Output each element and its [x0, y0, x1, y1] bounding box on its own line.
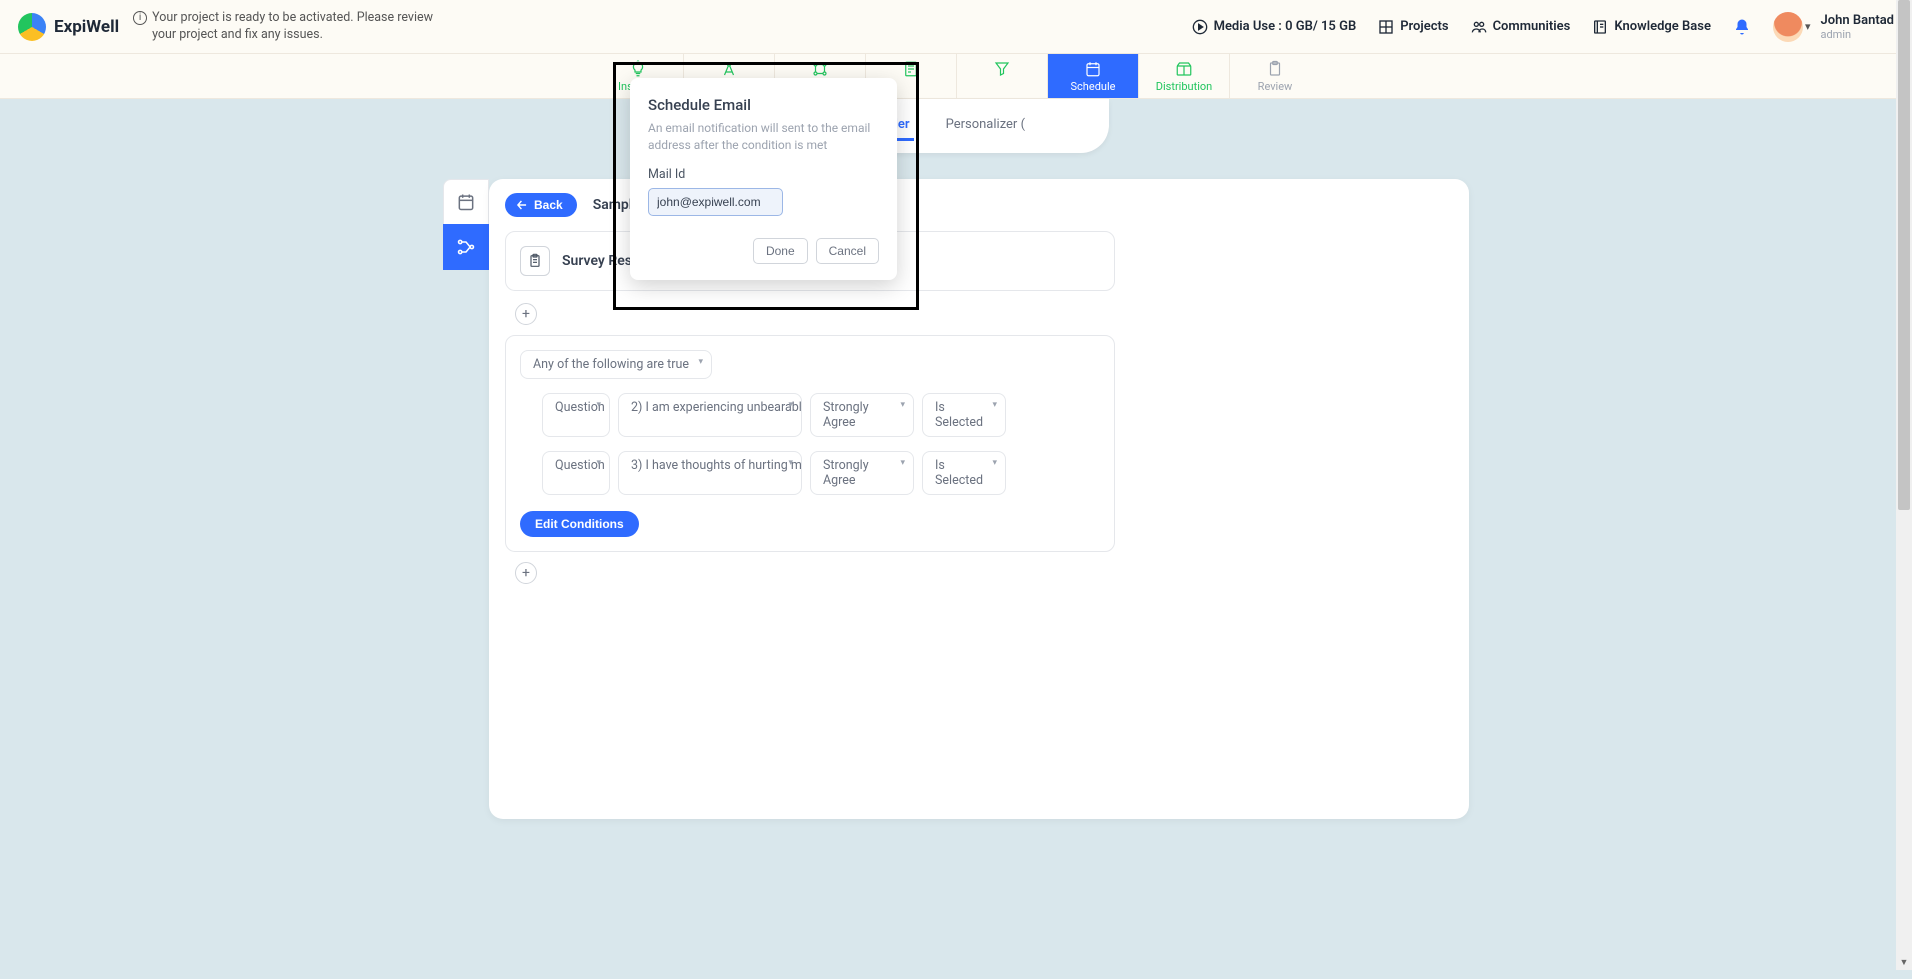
- tab-schedule-label: Schedule: [1071, 80, 1116, 93]
- logo-icon: [18, 13, 46, 41]
- back-button[interactable]: Back: [505, 193, 577, 217]
- tab-review-label: Review: [1258, 80, 1293, 93]
- grid-icon: [1378, 19, 1394, 35]
- brand-name: ExpiWell: [54, 17, 119, 37]
- integration-icon: [811, 60, 829, 78]
- cond2-type[interactable]: Question: [542, 451, 610, 495]
- tab-distribution-label: Distribution: [1156, 80, 1212, 93]
- cond1-op[interactable]: Is Selected: [922, 393, 1006, 437]
- page-background: Scheduler Personalizer ( Back Sample Eve…: [0, 99, 1912, 979]
- condition-row-2: Question 3) I have thoughts of hurting m…: [542, 451, 1100, 495]
- mail-id-input[interactable]: [648, 188, 783, 216]
- modal-description: An email notification will sent to the e…: [648, 120, 879, 155]
- nav-projects[interactable]: Projects: [1378, 19, 1448, 35]
- tab-review[interactable]: Review: [1229, 54, 1320, 98]
- nav-communities[interactable]: Communities: [1471, 19, 1571, 35]
- mail-id-label: Mail Id: [648, 167, 879, 182]
- compass-icon: [720, 60, 738, 78]
- form-icon: [902, 60, 920, 78]
- logic-mode-select[interactable]: Any of the following are true: [520, 350, 712, 379]
- calendar-icon: [1084, 60, 1102, 78]
- condition-row-1: Question 2) I am experiencing unbearable…: [542, 393, 1100, 437]
- bell-icon[interactable]: [1733, 18, 1751, 36]
- people-icon: [1471, 19, 1487, 35]
- scroll-down-icon[interactable]: ▼: [1896, 954, 1912, 970]
- edit-conditions-button[interactable]: Edit Conditions: [520, 511, 639, 537]
- nav-projects-label: Projects: [1400, 19, 1448, 34]
- schedule-email-modal: Schedule Email An email notification wil…: [630, 78, 897, 280]
- cond1-question[interactable]: 2) I am experiencing unbearable em: [618, 393, 802, 437]
- activation-banner: i Your project is ready to be activated.…: [133, 10, 453, 44]
- rail-calendar[interactable]: [443, 179, 489, 225]
- cond2-question[interactable]: 3) I have thoughts of hurting myself: [618, 451, 802, 495]
- left-rail: [443, 179, 489, 819]
- cond2-op[interactable]: Is Selected: [922, 451, 1006, 495]
- info-icon: i: [133, 11, 147, 25]
- activation-text: Your project is ready to be activated. P…: [152, 10, 453, 44]
- user-role: admin: [1820, 28, 1894, 41]
- tab-distribution[interactable]: Distribution: [1138, 54, 1229, 98]
- back-label: Back: [534, 198, 563, 212]
- done-button[interactable]: Done: [753, 238, 808, 264]
- clipboard-icon: [1266, 60, 1284, 78]
- nav-knowledge[interactable]: Knowledge Base: [1592, 19, 1711, 35]
- nav-knowledge-label: Knowledge Base: [1614, 19, 1711, 34]
- media-use-text: Media Use : 0 GB/ 15 GB: [1214, 19, 1357, 34]
- user-block[interactable]: John Bantad admin: [1820, 13, 1894, 41]
- cond2-answer[interactable]: Strongly Agree: [810, 451, 914, 495]
- nav-communities-label: Communities: [1493, 19, 1571, 34]
- box-icon: [1175, 60, 1193, 78]
- book-icon: [1592, 19, 1608, 35]
- chevron-down-icon[interactable]: ▾: [1805, 20, 1811, 33]
- cancel-button[interactable]: Cancel: [816, 238, 879, 264]
- cond1-type[interactable]: Question: [542, 393, 610, 437]
- mode-personalizer[interactable]: Personalizer (: [942, 111, 1029, 141]
- scroll-thumb[interactable]: [1898, 0, 1910, 510]
- add-block-button-2[interactable]: +: [515, 562, 537, 584]
- media-use[interactable]: Media Use : 0 GB/ 15 GB: [1192, 19, 1357, 35]
- user-name: John Bantad: [1820, 13, 1894, 28]
- bulb-icon: [629, 60, 647, 78]
- tab-filter[interactable]: [956, 54, 1047, 98]
- top-header: ExpiWell i Your project is ready to be a…: [0, 0, 1912, 54]
- tab-schedule[interactable]: Schedule: [1047, 54, 1138, 98]
- funnel-icon: [993, 60, 1011, 78]
- cond1-answer[interactable]: Strongly Agree: [810, 393, 914, 437]
- avatar[interactable]: [1773, 12, 1803, 42]
- mode-third[interactable]: [1057, 111, 1065, 141]
- logo[interactable]: ExpiWell: [18, 13, 119, 41]
- rail-triggers[interactable]: [443, 224, 489, 270]
- modal-title: Schedule Email: [648, 96, 879, 114]
- play-icon: [1192, 19, 1208, 35]
- conditions-panel: Any of the following are true Question 2…: [505, 335, 1115, 552]
- clipboard-icon: [520, 246, 550, 276]
- scrollbar[interactable]: ▲ ▼: [1896, 0, 1912, 970]
- add-block-button-1[interactable]: +: [515, 303, 537, 325]
- project-tabs: Insights Project Design Integration Sche…: [0, 54, 1912, 99]
